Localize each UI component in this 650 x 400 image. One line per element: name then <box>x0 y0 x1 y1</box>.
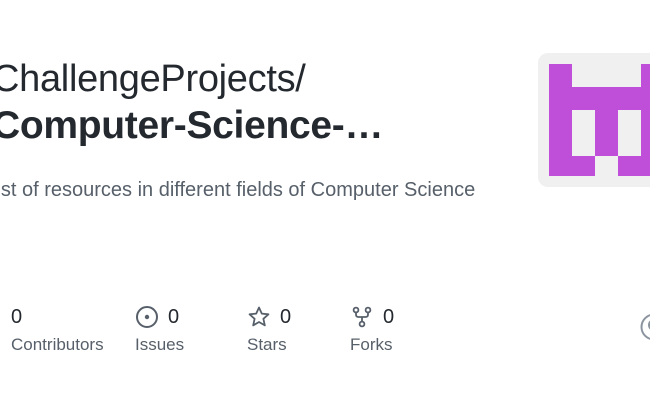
owner-avatar[interactable] <box>538 53 650 187</box>
forks-label: Forks <box>350 335 393 354</box>
repo-name[interactable]: Computer-Science-… <box>0 104 383 148</box>
repo-social-card: ChallengeProjects/ Computer-Science-… li… <box>0 0 650 400</box>
stars-count: 0 <box>280 305 292 328</box>
stat-stars[interactable]: 0 Stars <box>247 303 291 355</box>
issues-count: 0 <box>168 305 180 328</box>
forks-count: 0 <box>383 305 395 328</box>
identicon-icon <box>549 64 650 176</box>
contributors-label: Contributors <box>11 335 104 354</box>
repo-description: list of resources in different fields of… <box>0 179 476 201</box>
stat-contributors[interactable]: 0 Contributors <box>11 303 104 355</box>
star-icon <box>247 305 271 329</box>
stars-label: Stars <box>247 335 287 354</box>
fork-icon <box>350 305 374 329</box>
stat-issues[interactable]: 0 Issues <box>135 303 184 355</box>
stat-forks[interactable]: 0 Forks <box>350 303 394 355</box>
issue-icon <box>135 305 159 329</box>
issues-label: Issues <box>135 335 185 354</box>
github-logo-icon <box>639 312 650 342</box>
repo-owner[interactable]: ChallengeProjects/ <box>0 58 306 101</box>
contributors-count: 0 <box>11 305 23 328</box>
